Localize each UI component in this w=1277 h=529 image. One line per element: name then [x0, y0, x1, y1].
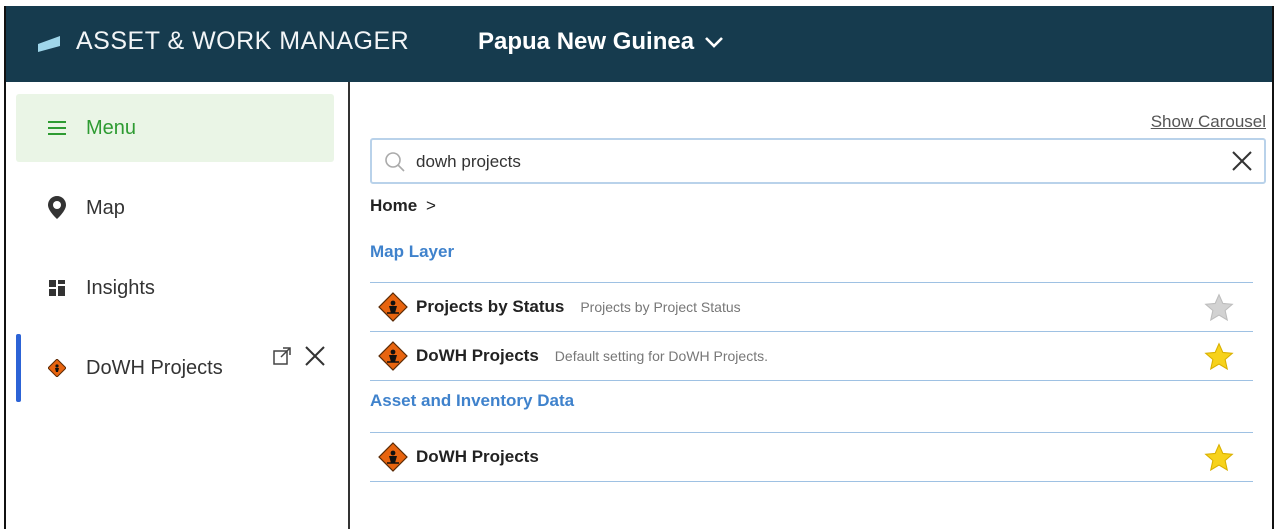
main-panel: Show Carousel Home > Map Layer Projects …	[352, 82, 1272, 529]
result-row[interactable]: Projects by Status Projects by Project S…	[370, 282, 1253, 331]
show-carousel-link[interactable]: Show Carousel	[1151, 112, 1266, 132]
star-filled-icon[interactable]	[1203, 442, 1235, 474]
region-label: Papua New Guinea	[478, 28, 695, 55]
roadwork-sign-icon	[378, 292, 408, 322]
app-frame: ASSET & WORK MANAGER Papua New Guinea Me…	[4, 6, 1274, 529]
top-bar: ASSET & WORK MANAGER Papua New Guinea	[6, 6, 1272, 82]
roadwork-sign-icon	[378, 442, 408, 472]
sidebar-item-label: Insights	[86, 276, 155, 299]
close-icon[interactable]	[304, 345, 326, 367]
clear-search-icon[interactable]	[1230, 149, 1254, 173]
sidebar-item-insights[interactable]: Insights	[16, 254, 334, 322]
star-filled-icon[interactable]	[1203, 341, 1235, 373]
chevron-down-icon	[705, 37, 723, 48]
open-external-icon[interactable]	[272, 346, 292, 366]
result-name: Projects by Status	[416, 297, 565, 316]
breadcrumb: Home >	[370, 196, 436, 216]
result-row[interactable]: DoWH Projects Default setting for DoWH P…	[370, 331, 1253, 381]
app-title: ASSET & WORK MANAGER	[76, 27, 410, 55]
sidebar-item-label: Menu	[86, 116, 137, 139]
roadwork-sign-icon	[42, 359, 72, 377]
roadwork-sign-icon	[378, 341, 408, 371]
search-icon	[385, 152, 405, 172]
hamburger-icon	[42, 121, 72, 135]
star-outline-icon[interactable]	[1203, 292, 1235, 324]
section-title-asset-inventory: Asset and Inventory Data	[370, 391, 575, 410]
sidebar: Menu Map Insights DoWH Projects	[6, 82, 350, 529]
breadcrumb-separator: >	[425, 196, 436, 215]
region-selector[interactable]: Papua New Guinea	[478, 28, 724, 56]
sidebar-item-label: Map	[86, 196, 125, 219]
sidebar-item-label: DoWH Projects	[86, 356, 223, 379]
search-input[interactable]	[414, 148, 1198, 176]
result-row[interactable]: DoWH Projects	[370, 432, 1253, 482]
sidebar-item-map[interactable]: Map	[16, 174, 334, 242]
section-title-map-layer: Map Layer	[370, 242, 455, 261]
dashboard-icon	[42, 280, 72, 296]
app-logo-icon	[38, 36, 60, 52]
result-description: Projects by Project Status	[580, 299, 741, 315]
result-name: DoWH Projects	[416, 447, 539, 466]
breadcrumb-home[interactable]: Home	[370, 196, 417, 215]
search-box	[370, 138, 1266, 184]
result-name: DoWH Projects	[416, 346, 539, 365]
result-description: Default setting for DoWH Projects.	[554, 348, 768, 364]
sidebar-item-actions	[272, 345, 326, 367]
sidebar-item-menu[interactable]: Menu	[16, 94, 334, 162]
map-pin-icon	[42, 196, 72, 220]
